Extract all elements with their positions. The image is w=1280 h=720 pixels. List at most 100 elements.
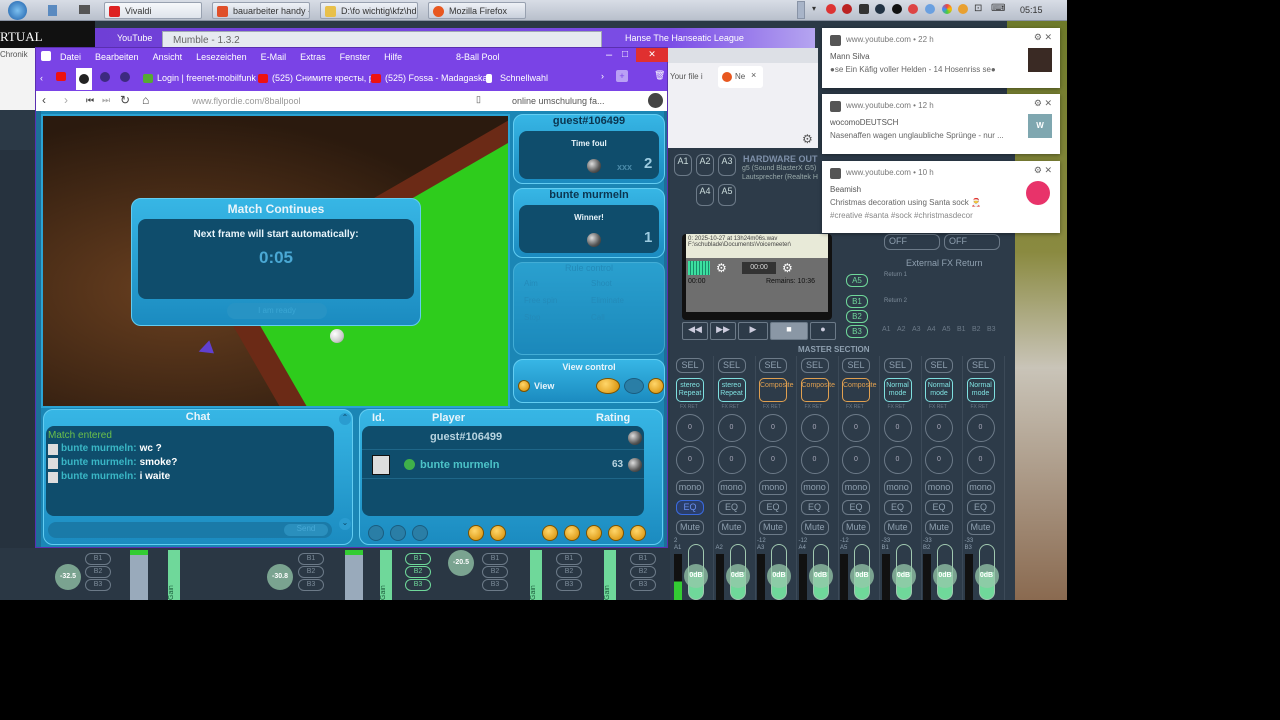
trash-icon[interactable]: 🗑	[654, 70, 665, 81]
sel-button[interactable]: SEL	[800, 358, 829, 373]
fader-knob[interactable]: 0dB	[725, 564, 750, 588]
col-rating[interactable]: Rating	[596, 412, 630, 424]
eq-button[interactable]: EQ	[759, 500, 787, 515]
mono-button[interactable]: mono	[883, 480, 912, 495]
sel-button[interactable]: SEL	[842, 358, 870, 373]
eq-button[interactable]: EQ	[925, 500, 953, 515]
mute-button[interactable]: Mute	[676, 520, 704, 535]
fader-knob[interactable]: 0dB	[767, 564, 791, 588]
tray-app-icon[interactable]	[892, 4, 902, 14]
taskbar-vivaldi[interactable]: Vivaldi	[104, 2, 202, 19]
bus-b3-button[interactable]: B3	[405, 579, 431, 591]
menu-item-datei[interactable]: Datei	[60, 52, 81, 62]
rule-option[interactable]: Stop	[524, 313, 587, 322]
mode-button[interactable]: Normal mode	[925, 378, 953, 402]
close-button[interactable]: ✕	[636, 48, 668, 62]
player-row[interactable]: guest#106499	[362, 426, 644, 450]
rewind-button[interactable]: ⏮	[86, 95, 94, 106]
menu-item-bearbeiten[interactable]: Bearbeiten	[95, 52, 139, 62]
bus-b2-button[interactable]: B2	[482, 566, 508, 578]
eq-button[interactable]: EQ	[717, 500, 746, 515]
help-button[interactable]	[608, 525, 624, 541]
show-desktop-icon[interactable]	[79, 5, 90, 14]
hw-a3-button[interactable]: A3	[718, 154, 736, 176]
start-button[interactable]	[8, 1, 27, 20]
rotate-button[interactable]	[624, 378, 644, 394]
gain-slider[interactable]: Gain	[530, 550, 542, 600]
tab-speed-dial[interactable]: Schnellwahl	[484, 70, 548, 87]
settings-close-icons[interactable]: ⚙ ✕	[1034, 98, 1052, 109]
bus-b3-button[interactable]: B3	[298, 579, 324, 591]
tray-app-icon[interactable]	[842, 4, 852, 14]
sound-button[interactable]	[490, 525, 506, 541]
hw-a1-button[interactable]: A1	[674, 154, 692, 176]
tray-app-icon[interactable]	[942, 4, 952, 14]
ready-button[interactable]: I am ready	[227, 303, 327, 319]
steam-icon[interactable]	[875, 4, 885, 14]
play-button[interactable]: ▶	[738, 322, 768, 340]
profile-button[interactable]	[368, 525, 384, 541]
rule-option[interactable]: Eliminate	[591, 296, 654, 305]
mono-button[interactable]: mono	[842, 480, 870, 495]
eq-button[interactable]: EQ	[800, 500, 829, 515]
notification[interactable]: www.youtube.com • 10 h ⚙ ✕ Beamish Chris…	[822, 161, 1060, 233]
rule-option[interactable]: Free spin	[524, 296, 587, 305]
mono-button[interactable]: mono	[966, 480, 995, 495]
bus-b2-button[interactable]: B2	[85, 566, 111, 578]
menu-item-lesezeichen[interactable]: Lesezeichen	[196, 52, 247, 62]
trophy-button[interactable]	[564, 525, 580, 541]
eq-button[interactable]: EQ	[966, 500, 995, 515]
fx-off-1[interactable]: OFF	[884, 234, 940, 250]
gear-icon[interactable]: ⚙	[802, 132, 813, 146]
mono-button[interactable]: mono	[800, 480, 829, 495]
col-id[interactable]: Id.	[372, 412, 385, 424]
youtube-tab-icon[interactable]	[56, 72, 66, 81]
device2[interactable]: Lautsprecher (Realtek H	[742, 174, 818, 181]
menu-item-extras[interactable]: Extras	[300, 52, 326, 62]
delay-knob[interactable]: 0	[883, 446, 912, 474]
reverb-knob[interactable]: 0	[842, 414, 870, 442]
settings-close-icons[interactable]: ⚙ ✕	[1034, 165, 1052, 176]
network-icon[interactable]: ⊡	[974, 3, 982, 14]
mute-button[interactable]: Mute	[842, 520, 870, 535]
tab-scroll-right[interactable]: ›	[601, 71, 604, 81]
tray-app-icon[interactable]	[859, 4, 869, 14]
delay-knob[interactable]: 0	[800, 446, 829, 474]
eq-button[interactable]: EQ	[883, 500, 912, 515]
tab-freenet[interactable]: Login | freenet-mobilfunk	[141, 70, 256, 87]
bus-b3-button[interactable]: B3	[85, 579, 111, 591]
mute-button[interactable]: Mute	[800, 520, 829, 535]
tab-icon[interactable]	[120, 72, 130, 82]
firefox-window[interactable]: Your file i Ne × ⚙	[668, 48, 818, 148]
fader-knob[interactable]: 0dB	[684, 564, 708, 588]
fader-knob[interactable]: 0dB	[974, 564, 999, 588]
mode-button[interactable]: Composite	[759, 378, 793, 402]
tray-expand-icon[interactable]: ▾	[812, 4, 816, 13]
gain-slider[interactable]: Gain	[380, 550, 392, 600]
fast-forward-button[interactable]: ⏭	[102, 95, 110, 106]
taskbar-explorer[interactable]: D:\fo wichtig\kfz\hd...	[320, 2, 418, 19]
delay-knob[interactable]: 0	[717, 446, 746, 474]
bus-b1-button[interactable]: B1	[630, 553, 656, 565]
clock[interactable]: 05:15	[1020, 5, 1043, 15]
url-field[interactable]: www.flyordie.com/8ballpool	[192, 96, 482, 106]
delay-knob[interactable]: 0	[925, 446, 953, 474]
mono-button[interactable]: mono	[676, 480, 704, 495]
friend-button[interactable]	[390, 525, 406, 541]
mode-button[interactable]: stereo Repeat	[676, 378, 704, 402]
bus-b1-button[interactable]: B1	[556, 553, 582, 565]
record-button[interactable]: ●	[810, 322, 836, 340]
bookmark-icon[interactable]: ▯	[476, 94, 481, 105]
bus-b1-button[interactable]: B1	[298, 553, 324, 565]
ranking-button[interactable]	[542, 525, 558, 541]
sel-button[interactable]: SEL	[676, 358, 704, 373]
home-button[interactable]: ⌂	[142, 93, 149, 107]
gain-slider[interactable]: Gain	[168, 550, 180, 600]
player-row[interactable]: bunte murmeln 63	[362, 451, 644, 479]
back-button[interactable]: ‹	[42, 93, 46, 107]
search-field[interactable]: online umschulung fa...	[512, 96, 605, 106]
hw-a2-button[interactable]: A2	[696, 154, 714, 176]
menu-item-ansicht[interactable]: Ansicht	[153, 52, 183, 62]
sel-button[interactable]: SEL	[759, 358, 787, 373]
bus-b1-button[interactable]: B1	[85, 553, 111, 565]
